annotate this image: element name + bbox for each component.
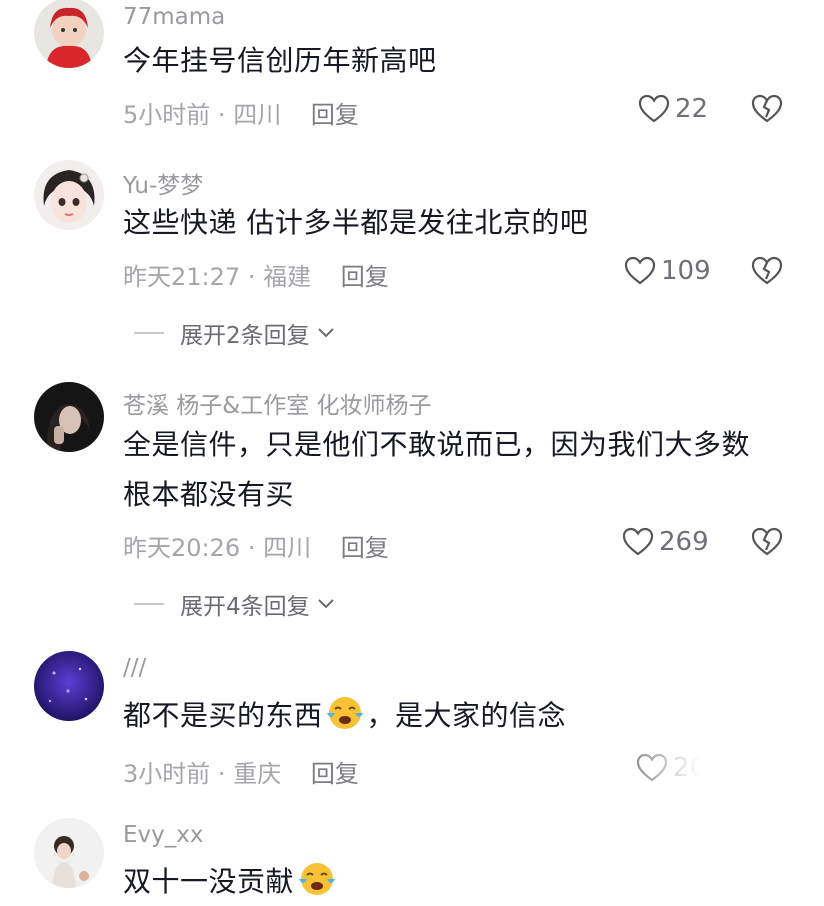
comment-text: 都不是买的东西 ，是大家的信念: [123, 692, 803, 740]
expand-replies-button[interactable]: 展开4条回复: [134, 587, 336, 621]
location: 重庆: [233, 760, 282, 788]
expand-label: 展开4条回复: [180, 594, 310, 620]
reply-button[interactable]: 回复: [341, 534, 389, 562]
separator: ·: [217, 101, 226, 129]
like-button[interactable]: 109: [623, 255, 711, 287]
crying-face-icon: [326, 697, 363, 729]
chevron-down-icon: [317, 599, 334, 609]
comment-text-main: 双十一没贡献: [123, 865, 295, 898]
divider: [134, 603, 164, 605]
dislike-button[interactable]: [750, 255, 784, 287]
avatar[interactable]: [34, 160, 104, 230]
comment-text-end: ，是大家的信念: [366, 699, 567, 732]
dislike-button[interactable]: [750, 526, 784, 558]
comment-text-line-1: 全是信件，只是他们不敢说而已，因为我们大多数: [123, 428, 751, 461]
username[interactable]: Evy_xx: [123, 822, 203, 848]
time: 昨天21:27: [123, 263, 241, 291]
avatar[interactable]: [34, 382, 104, 452]
comment-text: 这些快递 估计多半都是发往北京的吧: [123, 206, 589, 239]
location: 四川: [263, 534, 312, 562]
reply-button[interactable]: 回复: [311, 760, 359, 788]
broken-heart-icon: [751, 94, 783, 123]
comment-meta: 3小时前 · 重庆 回复: [123, 754, 359, 789]
like-count: 269: [659, 527, 709, 557]
time: 5小时前: [123, 101, 211, 129]
heart-icon: [622, 527, 654, 556]
separator: ·: [247, 263, 256, 291]
expand-replies-button[interactable]: 展开2条回复: [134, 316, 336, 350]
comment-text-start: 都不是买的东西: [123, 699, 323, 732]
avatar[interactable]: [34, 0, 104, 68]
location: 四川: [233, 101, 282, 129]
heart-icon: [624, 256, 656, 285]
avatar[interactable]: [34, 651, 104, 721]
separator: ·: [217, 760, 226, 788]
comment-meta: 5小时前 · 四川 回复: [123, 95, 359, 130]
separator: ·: [247, 534, 256, 562]
heart-icon: [638, 94, 670, 123]
comment-meta: 昨天20:26 · 四川 回复: [123, 528, 389, 563]
comment-text-line-2: 根本都没有买: [123, 478, 295, 511]
location: 福建: [263, 263, 312, 291]
time: 昨天20:26: [123, 534, 241, 562]
like-count: 22: [675, 94, 709, 124]
time: 3小时前: [123, 760, 211, 788]
username[interactable]: Yu-梦梦: [123, 166, 203, 200]
chevron-down-icon: [317, 328, 334, 338]
reply-button[interactable]: 回复: [311, 101, 359, 129]
comment-text: 双十一没贡献: [123, 858, 803, 906]
broken-heart-icon: [751, 256, 783, 285]
broken-heart-icon: [751, 527, 783, 556]
like-count: 109: [661, 256, 711, 286]
divider: [134, 332, 164, 334]
avatar[interactable]: [34, 818, 104, 888]
username[interactable]: 77mama: [123, 4, 225, 30]
comment-text: 今年挂号信创历年新高吧: [123, 44, 437, 77]
like-button[interactable]: 22: [637, 93, 708, 125]
username[interactable]: 苍溪 杨子&工作室 化妆师杨子: [123, 386, 432, 420]
username[interactable]: ///: [123, 655, 146, 681]
comment-meta: 昨天21:27 · 福建 回复: [123, 257, 389, 292]
fade-overlay: [600, 740, 824, 820]
like-button[interactable]: 269: [621, 526, 709, 558]
crying-face-icon: [299, 863, 336, 895]
expand-label: 展开2条回复: [180, 323, 310, 349]
reply-button[interactable]: 回复: [341, 263, 389, 291]
dislike-button[interactable]: [750, 93, 784, 125]
